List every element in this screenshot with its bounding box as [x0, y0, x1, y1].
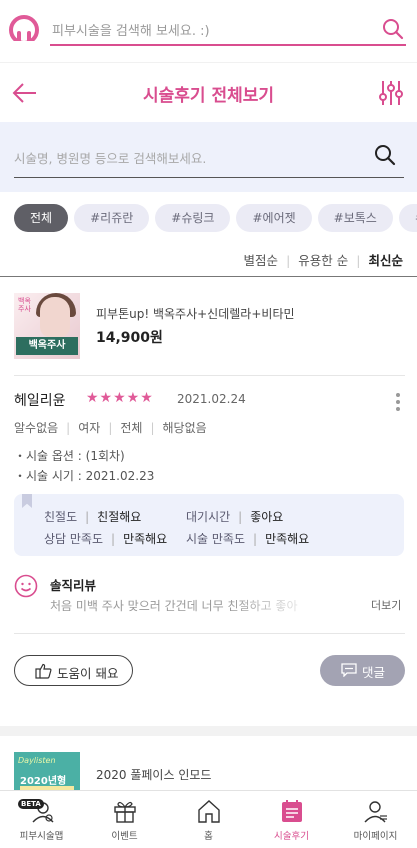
rating-treatment: 시술 만족도 | 만족해요 [186, 532, 310, 546]
meta-age: 알수없음 [14, 421, 59, 435]
page-title: 시술후기 전체보기 [142, 86, 275, 106]
brand-logo-icon[interactable] [8, 14, 40, 46]
rating-kindness: 친절도 | 친절해요 [44, 510, 142, 524]
product-price: 14,900원 [96, 330, 163, 346]
sort-latest[interactable]: 최신순 [368, 250, 403, 269]
sort-options: 별점순 | 유용한 순 | 최신순 [244, 250, 403, 269]
thumbs-up-icon [35, 663, 52, 679]
divider [14, 375, 405, 376]
gift-icon [114, 801, 136, 823]
top-search-placeholder: 피부시술을 검색해 보세요. :) [52, 24, 210, 39]
product-thumbnail[interactable]: 백옥 주사 백옥주사 [14, 293, 80, 359]
top-bar: 피부시술을 검색해 보세요. :) [0, 0, 417, 62]
chip-botox[interactable]: #보톡스 [317, 204, 393, 232]
text-fade-overlay [230, 594, 360, 614]
nav-label: 이벤트 [111, 831, 138, 842]
meta-gender: 여자 [78, 421, 101, 435]
next-thumb-brand: Daylisten [18, 756, 56, 765]
divider [14, 633, 405, 634]
smile-icon [14, 574, 38, 598]
chip-filler[interactable]: #필러 [398, 204, 417, 232]
thumbnail-face [40, 297, 70, 337]
chip-airjet[interactable]: #에어젯 [236, 204, 312, 232]
divider [0, 276, 417, 277]
nav-skin-map[interactable]: BETA 피부시술맵 [0, 791, 83, 848]
nav-review[interactable]: 시술후기 [250, 791, 333, 848]
search-icon[interactable] [382, 18, 404, 40]
nav-label: 피부시술맵 [19, 831, 64, 842]
meta-area: 전체 [120, 421, 143, 435]
rating-details-box: 친절도 | 친절해요 대기시간 | 좋아요 상담 만족도 | 만족해요 시술 만족도 | 만족해… [14, 494, 404, 556]
review-search-panel: 시술명, 병원명 등으로 검색해보세요. [0, 122, 417, 192]
category-chips: 전체#리쥬란#슈링크#에어젯#보톡스 #필러 [14, 204, 417, 232]
reviewer-meta: 알수없음 | 여자 | 전체 | 해당없음 [14, 421, 207, 435]
sort-useful[interactable]: 유용한 순 [298, 250, 348, 269]
chip-all[interactable]: 전체 [14, 204, 69, 232]
next-product-name[interactable]: 2020 풀페이스 인모드 [96, 766, 211, 783]
read-more-link[interactable]: 더보기 [371, 597, 401, 613]
rating-stars: ★★★★★ [86, 390, 154, 406]
sort-separator: | [286, 253, 291, 268]
beta-badge: BETA [18, 799, 44, 809]
review-search-input[interactable]: 시술명, 병원명 등으로 검색해보세요. [14, 142, 404, 178]
bookmark-flag-icon [22, 494, 32, 508]
helpful-label: 도움이 돼요 [57, 666, 119, 681]
search-icon[interactable] [374, 144, 396, 166]
rating-wait-time: 대기시간 | 좋아요 [186, 510, 284, 524]
sort-separator: | [356, 253, 361, 268]
bottom-navigation: BETA 피부시술맵 이벤트 홈 시술후기 마이페이지 [0, 790, 417, 848]
thumbnail-tag: 백옥 주사 [18, 297, 31, 313]
comment-label: 댓글 [362, 665, 386, 680]
more-options-icon[interactable] [395, 393, 401, 411]
review-date: 2021.02.24 [177, 392, 246, 406]
product-name[interactable]: 피부톤up! 백옥주사+신데렐라+비타민 [96, 305, 295, 322]
review-icon [282, 800, 302, 822]
chip-rejuran[interactable]: #리쥬란 [74, 204, 150, 232]
home-icon [198, 800, 220, 823]
meta-extra: 해당없음 [162, 421, 207, 435]
next-thumb-year: 2020년형 [20, 776, 67, 787]
nav-home[interactable]: 홈 [167, 791, 250, 848]
nav-label: 마이페이지 [353, 831, 398, 842]
chip-shurink[interactable]: #슈링크 [155, 204, 231, 232]
review-search-placeholder: 시술명, 병원명 등으로 검색해보세요. [14, 151, 207, 166]
filter-sliders-icon[interactable] [379, 79, 403, 107]
treatment-option: ・시술 옵션 : (1회차) [14, 449, 125, 463]
nav-label: 홈 [204, 831, 213, 842]
comment-button[interactable]: 댓글 [320, 655, 405, 686]
nav-label: 시술후기 [274, 831, 309, 842]
section-separator [0, 726, 417, 736]
mypage-icon [364, 801, 387, 823]
honest-review-title: 솔직리뷰 [50, 578, 97, 593]
top-search-input[interactable]: 피부시술을 검색해 보세요. :) [50, 14, 406, 46]
page-header: 시술후기 전체보기 [0, 62, 417, 122]
comment-icon [341, 663, 357, 677]
nav-mypage[interactable]: 마이페이지 [334, 791, 417, 848]
review-author: 헤일리윤 [14, 393, 66, 409]
thumbnail-band: 백옥주사 [16, 337, 78, 355]
treatment-period: ・시술 시기 : 2021.02.23 [14, 469, 155, 483]
helpful-button[interactable]: 도움이 돼요 [14, 655, 133, 686]
sort-rating[interactable]: 별점순 [244, 250, 279, 269]
rating-consult: 상담 만족도 | 만족해요 [44, 532, 168, 546]
nav-event[interactable]: 이벤트 [83, 791, 166, 848]
